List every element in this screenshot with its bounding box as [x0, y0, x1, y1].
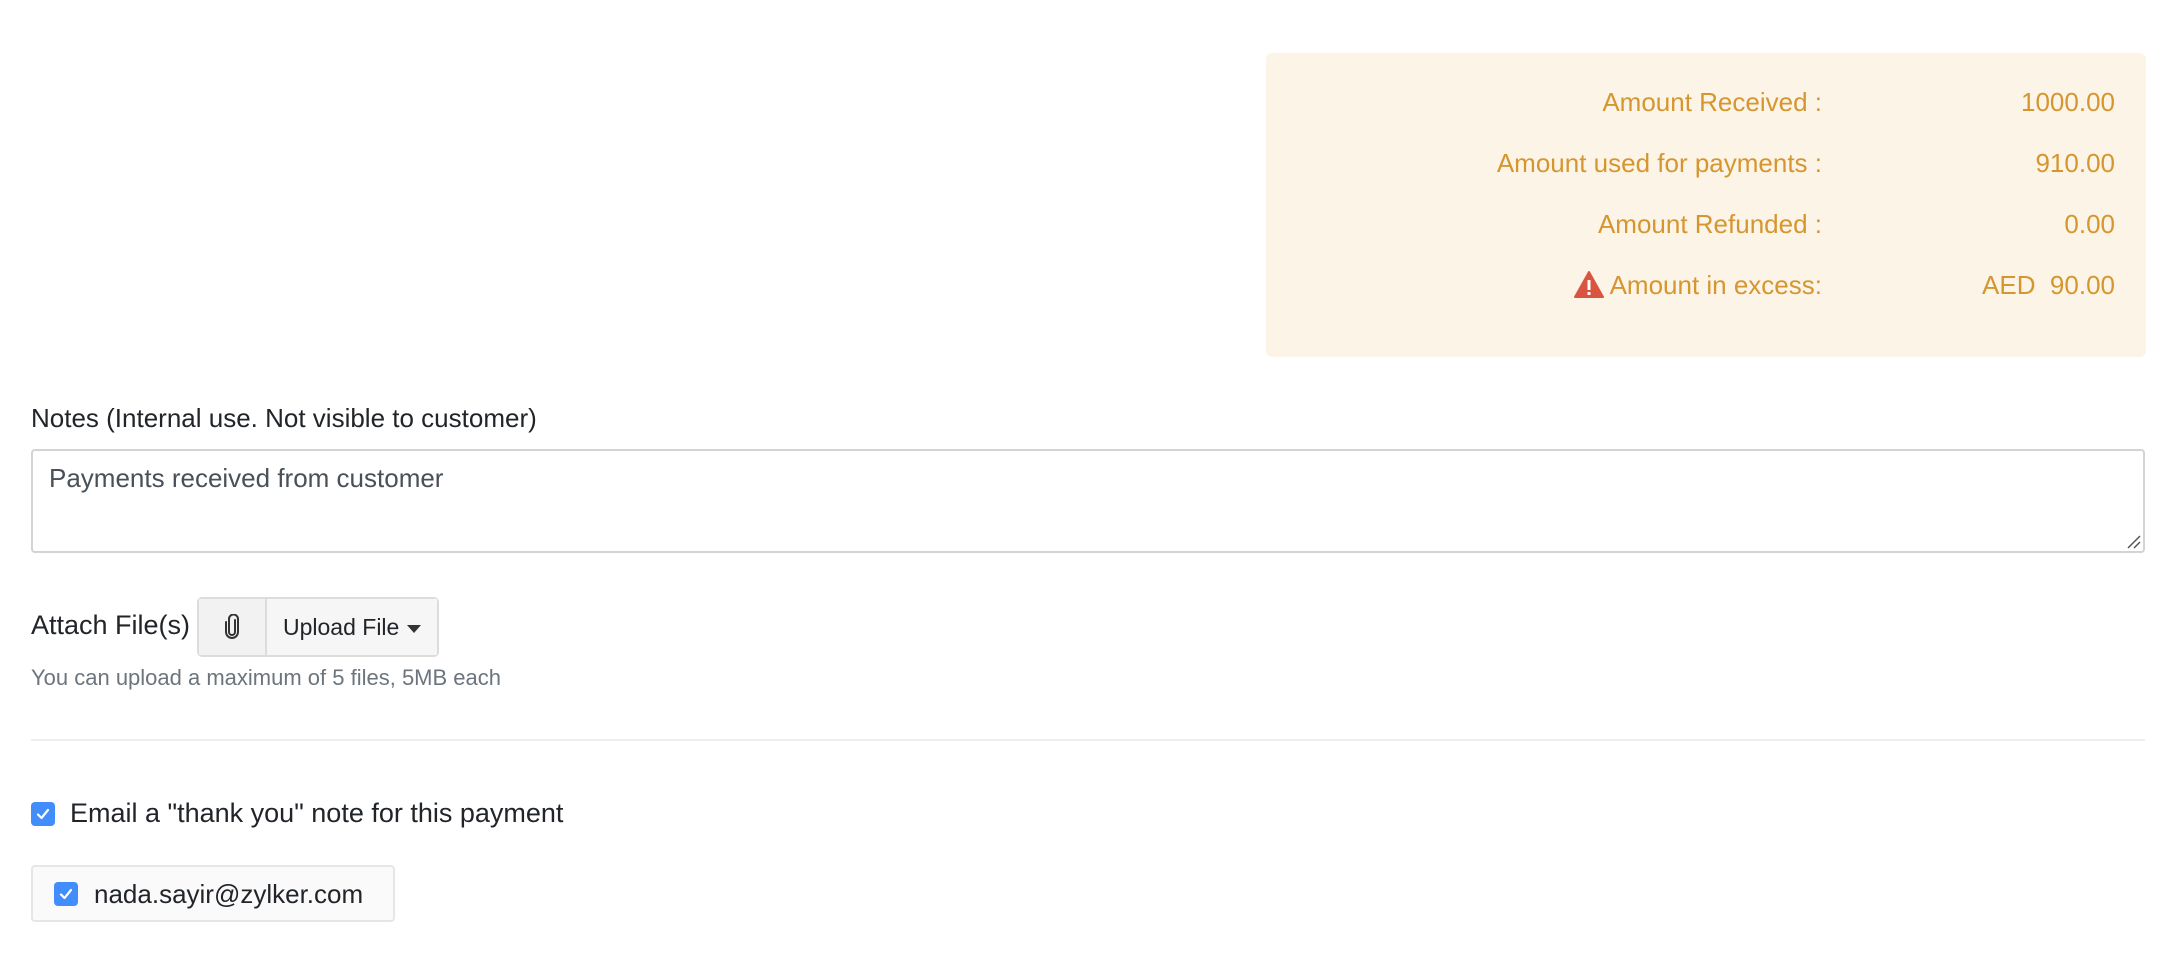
notes-text: Payments received from customer [49, 463, 444, 493]
amount-received-value: 1000.00 [2021, 87, 2115, 117]
notes-textarea[interactable]: Payments received from customer [31, 449, 2145, 553]
caret-down-icon [407, 624, 422, 633]
amount-excess-row: Amount in excess: AED 90.00 [1266, 265, 2146, 305]
upload-hint: You can upload a maximum of 5 files, 5MB… [31, 665, 502, 690]
amount-used-row: Amount used for payments : 910.00 [1266, 143, 2146, 183]
checkmark-icon [36, 808, 50, 820]
amount-used-value: 910.00 [2035, 148, 2115, 178]
notes-label: Notes (Internal use. Not visible to cust… [31, 403, 537, 433]
payment-summary-panel: Amount Received : 1000.00 Amount used fo… [1266, 53, 2146, 357]
amount-used-label: Amount used for payments : [1496, 148, 1822, 178]
attach-files-label: Attach File(s) [31, 610, 191, 640]
section-divider [31, 739, 2145, 741]
recipient-email: nada.sayir@zylker.com [94, 879, 364, 909]
amount-excess-value: AED 90.00 [1982, 270, 2115, 300]
attach-button[interactable] [199, 599, 267, 655]
amount-refunded-row: Amount Refunded : 0.00 [1266, 204, 2146, 244]
checkmark-icon [59, 888, 73, 900]
amount-received-label: Amount Received : [1602, 87, 1822, 117]
amount-refunded-value: 0.00 [2064, 209, 2115, 239]
upload-file-group: Upload File [197, 597, 440, 657]
paperclip-icon [225, 614, 239, 639]
amount-excess-label-group: Amount in excess: [1573, 265, 1822, 305]
amount-refunded-label: Amount Refunded : [1597, 209, 1822, 239]
resize-grip-icon[interactable] [2125, 533, 2141, 549]
amount-received-row: Amount Received : 1000.00 [1266, 82, 2146, 122]
recipient-checkbox[interactable] [54, 882, 78, 906]
upload-file-dropdown-button[interactable]: Upload File [267, 599, 438, 655]
email-thank-you-checkbox[interactable] [31, 802, 55, 826]
email-thank-you-label: Email a "thank you" note for this paymen… [70, 798, 564, 828]
amount-excess-label: Amount in excess: [1609, 270, 1822, 300]
payment-form-page: Amount Received : 1000.00 Amount used fo… [0, 0, 2174, 964]
warning-triangle-icon[interactable] [1573, 270, 1604, 300]
recipient-chip: nada.sayir@zylker.com [31, 865, 395, 922]
upload-file-label: Upload File [283, 613, 400, 640]
